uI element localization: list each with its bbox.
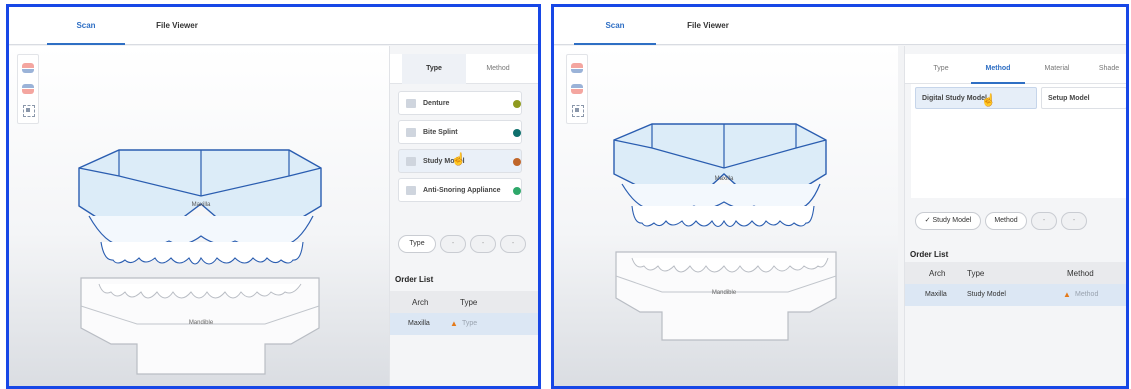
mandible-label: Mandible <box>189 320 214 326</box>
3d-viewport[interactable]: Maxilla Mandible <box>554 46 898 386</box>
tab-type[interactable]: Type <box>915 54 967 84</box>
dental-arch-model: Maxilla Mandible <box>78 149 322 375</box>
chip-empty[interactable]: - <box>1061 212 1087 230</box>
denture-icon <box>406 99 416 108</box>
dental-arch-model: Maxilla Mandible <box>613 123 837 341</box>
tab-material[interactable]: Material <box>1029 54 1085 84</box>
bite-splint-icon <box>406 128 416 137</box>
status-dot <box>513 100 521 108</box>
hand-cursor-icon: ☝ <box>981 93 996 107</box>
maxilla-model[interactable]: Maxilla <box>78 149 322 265</box>
study-model-icon <box>406 157 416 166</box>
status-dot <box>513 129 521 137</box>
panel-tabs: Type Method Material Shade <box>905 54 1126 84</box>
order-side-panel: Type Method Material Shade Digital Study… <box>904 46 1126 386</box>
top-navigation: Scan File Viewer <box>9 7 538 45</box>
type-item-denture[interactable]: Denture <box>398 91 522 115</box>
tab-shade[interactable]: Shade <box>1091 54 1126 84</box>
nav-tab-scan[interactable]: Scan <box>574 7 656 45</box>
chip-method[interactable]: Method <box>985 212 1027 230</box>
column-header-type: Type <box>967 269 985 278</box>
tab-method[interactable]: Method <box>466 54 530 84</box>
type-item-study-model[interactable]: Study Model ☝ <box>398 149 522 173</box>
table-row[interactable]: Maxilla ▲ Type <box>390 313 538 335</box>
check-icon: ✓ <box>924 217 931 224</box>
type-item-label: Denture <box>423 100 450 107</box>
cell-arch: Maxilla <box>408 320 430 327</box>
nav-tab-file-viewer[interactable]: File Viewer <box>666 7 750 45</box>
maxilla-label: Maxilla <box>715 176 734 182</box>
chip-study-model[interactable]: ✓ Study Model <box>915 212 981 230</box>
table-row[interactable]: Maxilla Study Model ▲ Method <box>905 284 1126 306</box>
maxilla-model[interactable]: Maxilla <box>613 123 827 228</box>
column-header-arch: Arch <box>929 269 946 278</box>
chip-empty[interactable]: - <box>500 235 526 253</box>
type-item-anti-snoring-appliance[interactable]: Anti-Snoring Appliance <box>398 178 522 202</box>
column-header-method: Method <box>1067 269 1094 278</box>
order-side-panel: Type Method Denture Bite Splint Study Mo… <box>389 46 538 386</box>
right-screenshot-frame: Scan File Viewer Maxilla Mandible Type M… <box>551 4 1129 389</box>
type-item-label: Anti-Snoring Appliance <box>423 187 501 194</box>
cell-type: Type <box>462 320 478 327</box>
mandible-model[interactable]: Mandible <box>615 251 837 341</box>
chip-empty[interactable]: - <box>470 235 496 253</box>
tab-type[interactable]: Type <box>402 54 466 84</box>
nav-tab-file-viewer[interactable]: File Viewer <box>137 7 217 45</box>
type-item-label: Bite Splint <box>423 129 458 136</box>
hand-cursor-icon: ☝ <box>451 152 466 166</box>
status-dot <box>513 187 521 195</box>
left-screenshot-frame: Scan File Viewer Maxilla Mandible Type M… <box>6 4 541 389</box>
warning-icon: ▲ <box>1063 290 1071 299</box>
nav-tab-scan[interactable]: Scan <box>47 7 125 45</box>
chip-label: Study Model <box>932 217 972 224</box>
panel-tabs: Type Method <box>390 54 538 84</box>
order-list-header: Arch Type Method <box>905 262 1126 284</box>
order-list-title: Order List <box>910 250 949 259</box>
cell-arch: Maxilla <box>925 291 947 298</box>
type-item-bite-splint[interactable]: Bite Splint <box>398 120 522 144</box>
chip-empty[interactable]: - <box>1031 212 1057 230</box>
chip-type[interactable]: Type <box>398 235 436 253</box>
order-list-header: Arch Type <box>390 291 538 313</box>
anti-snoring-icon <box>406 186 416 195</box>
cell-type: Study Model <box>967 291 1006 298</box>
status-dot <box>513 158 521 166</box>
maxilla-label: Maxilla <box>192 202 211 208</box>
warning-icon: ▲ <box>450 319 458 328</box>
chip-empty[interactable]: - <box>440 235 466 253</box>
cell-method: Method <box>1075 291 1099 298</box>
order-list-title: Order List <box>395 275 434 284</box>
tab-method[interactable]: Method <box>971 54 1025 84</box>
method-setup-model[interactable]: Setup Model <box>1041 87 1126 109</box>
3d-viewport[interactable]: Maxilla Mandible <box>9 46 389 386</box>
mandible-label: Mandible <box>712 290 737 296</box>
column-header-type: Type <box>460 298 478 307</box>
top-navigation: Scan File Viewer <box>554 7 1126 45</box>
mandible-model[interactable]: Mandible <box>80 277 320 375</box>
method-digital-study-model[interactable]: Digital Study Model <box>915 87 1037 109</box>
column-header-arch: Arch <box>412 298 429 307</box>
